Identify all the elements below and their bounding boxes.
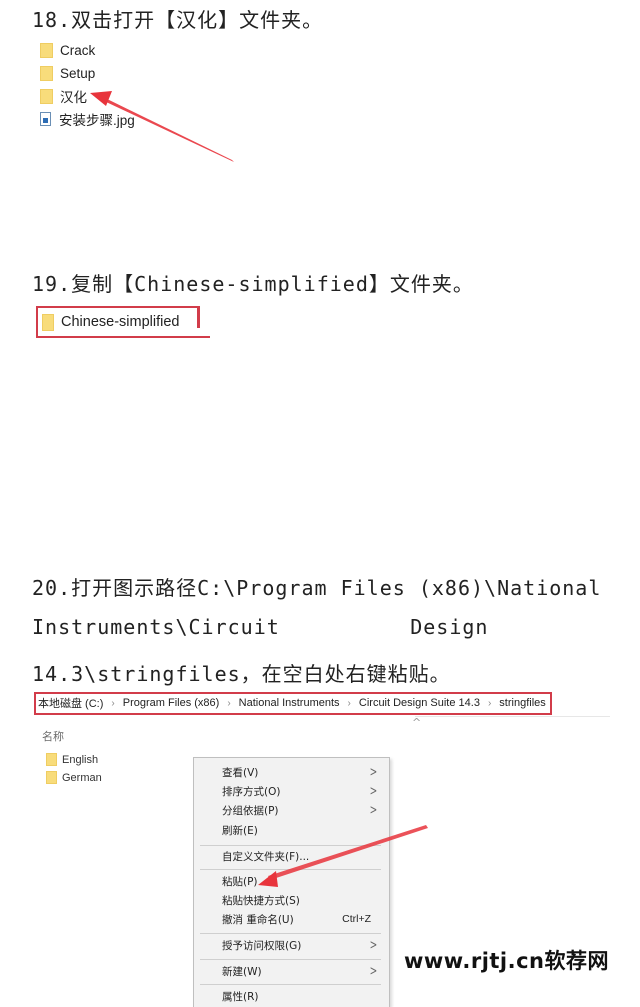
menu-label: 撤消 重命名(U) — [222, 913, 294, 926]
address-bar[interactable]: 本地磁盘 (C:) › Program Files (x86) › Nation… — [36, 692, 552, 714]
chevron-right-icon: > — [369, 937, 378, 953]
menu-separator — [200, 869, 381, 870]
menu-item-give-access[interactable]: 授予访问权限(G) > — [194, 936, 389, 954]
file-item-german[interactable]: German — [46, 771, 102, 784]
menu-item-group-by[interactable]: 分组依据(P) > — [194, 801, 389, 819]
menu-separator — [200, 933, 381, 934]
file-item-install-steps[interactable]: 安装步骤.jpg — [40, 109, 135, 129]
chevron-right-icon: > — [369, 963, 378, 979]
chevron-right-icon: > — [369, 764, 378, 780]
file-name: 汉化 — [60, 90, 87, 105]
menu-label: 自定义文件夹(F)... — [222, 850, 310, 863]
breadcrumb-separator-icon: › — [111, 697, 115, 709]
file-name: Setup — [60, 65, 96, 81]
menu-item-undo-rename[interactable]: 撤消 重命名(U) Ctrl+Z — [194, 910, 389, 928]
menu-item-sort-by[interactable]: 排序方式(O) > — [194, 782, 389, 800]
file-item-setup[interactable]: Setup — [40, 63, 95, 83]
menu-separator — [200, 984, 381, 985]
step-20-title-line1: 20.打开图示路径C:\Program Files (x86)\National — [32, 576, 602, 600]
file-item-hanhua[interactable]: 汉化 — [40, 86, 87, 106]
file-name: German — [62, 771, 102, 784]
folder-icon — [46, 753, 57, 766]
file-name: 安装步骤.jpg — [59, 113, 135, 128]
context-menu: 查看(V) > 排序方式(O) > 分组依据(P) > 刷新(E) 自定义文件夹… — [193, 757, 390, 1007]
breadcrumb-item-drive[interactable]: 本地磁盘 (C:) — [38, 695, 103, 711]
file-name: English — [62, 753, 99, 766]
menu-separator — [200, 845, 381, 846]
column-header-name[interactable]: 名称 — [42, 728, 64, 744]
step-18-title: 18.双击打开【汉化】文件夹。 — [32, 8, 324, 32]
menu-item-properties[interactable]: 属性(R) — [194, 987, 389, 1005]
step-20-title-line3: 14.3\stringfiles，在空白处右键粘贴。 — [32, 662, 451, 686]
menu-item-refresh[interactable]: 刷新(E) — [194, 821, 389, 839]
menu-item-paste-shortcut[interactable]: 粘贴快捷方式(S) — [194, 891, 389, 909]
menu-label: 查看(V) — [222, 766, 259, 779]
folder-icon — [40, 88, 53, 104]
menu-item-customize-folder[interactable]: 自定义文件夹(F)... — [194, 847, 389, 865]
folder-icon — [42, 313, 54, 331]
file-name: Chinese-simplified — [61, 314, 180, 330]
menu-shortcut: Ctrl+Z — [342, 913, 371, 925]
menu-label: 排序方式(O) — [222, 785, 281, 798]
breadcrumb-item-program-files[interactable]: Program Files (x86) — [123, 697, 220, 709]
menu-item-paste[interactable]: 粘贴(P) — [194, 872, 389, 890]
sort-ascending-icon[interactable]: ^ — [412, 716, 421, 729]
file-item-crack[interactable]: Crack — [40, 40, 95, 60]
highlight-box-underline — [160, 336, 210, 338]
breadcrumb-separator-icon: › — [347, 697, 351, 709]
step-20-title-line2: Instruments\Circuit Design — [32, 615, 489, 639]
folder-icon — [40, 42, 53, 58]
chevron-right-icon: > — [369, 783, 378, 799]
breadcrumb-separator-icon: › — [227, 697, 231, 709]
breadcrumb-item-national-instruments[interactable]: National Instruments — [239, 697, 340, 709]
menu-label: 粘贴快捷方式(S) — [222, 894, 300, 907]
menu-label: 刷新(E) — [222, 824, 258, 837]
menu-label: 新建(W) — [222, 965, 262, 978]
header-divider — [415, 716, 610, 717]
file-name: Crack — [60, 42, 96, 58]
menu-label: 属性(R) — [222, 990, 259, 1003]
step-19-title: 19.复制【Chinese-simplified】文件夹。 — [32, 272, 474, 296]
chevron-right-icon: > — [369, 802, 378, 818]
highlight-box-edge — [197, 306, 200, 328]
breadcrumb-item-circuit-design-suite[interactable]: Circuit Design Suite 14.3 — [359, 697, 480, 709]
menu-separator — [200, 959, 381, 960]
file-item-english[interactable]: English — [46, 753, 98, 766]
file-item-chinese-simplified[interactable]: Chinese-simplified — [42, 312, 179, 332]
menu-label: 授予访问权限(G) — [222, 939, 302, 952]
image-file-icon — [40, 112, 51, 126]
breadcrumb-separator-icon: › — [487, 697, 492, 709]
watermark: www.rjtj.cn软荐网 — [404, 949, 610, 973]
menu-label: 分组依据(P) — [222, 804, 279, 817]
folder-icon — [40, 65, 53, 81]
menu-label: 粘贴(P) — [222, 875, 258, 888]
folder-icon — [46, 771, 57, 784]
menu-item-new[interactable]: 新建(W) > — [194, 962, 389, 980]
menu-item-view[interactable]: 查看(V) > — [194, 763, 389, 781]
breadcrumb-item-stringfiles[interactable]: stringfiles — [499, 697, 545, 709]
